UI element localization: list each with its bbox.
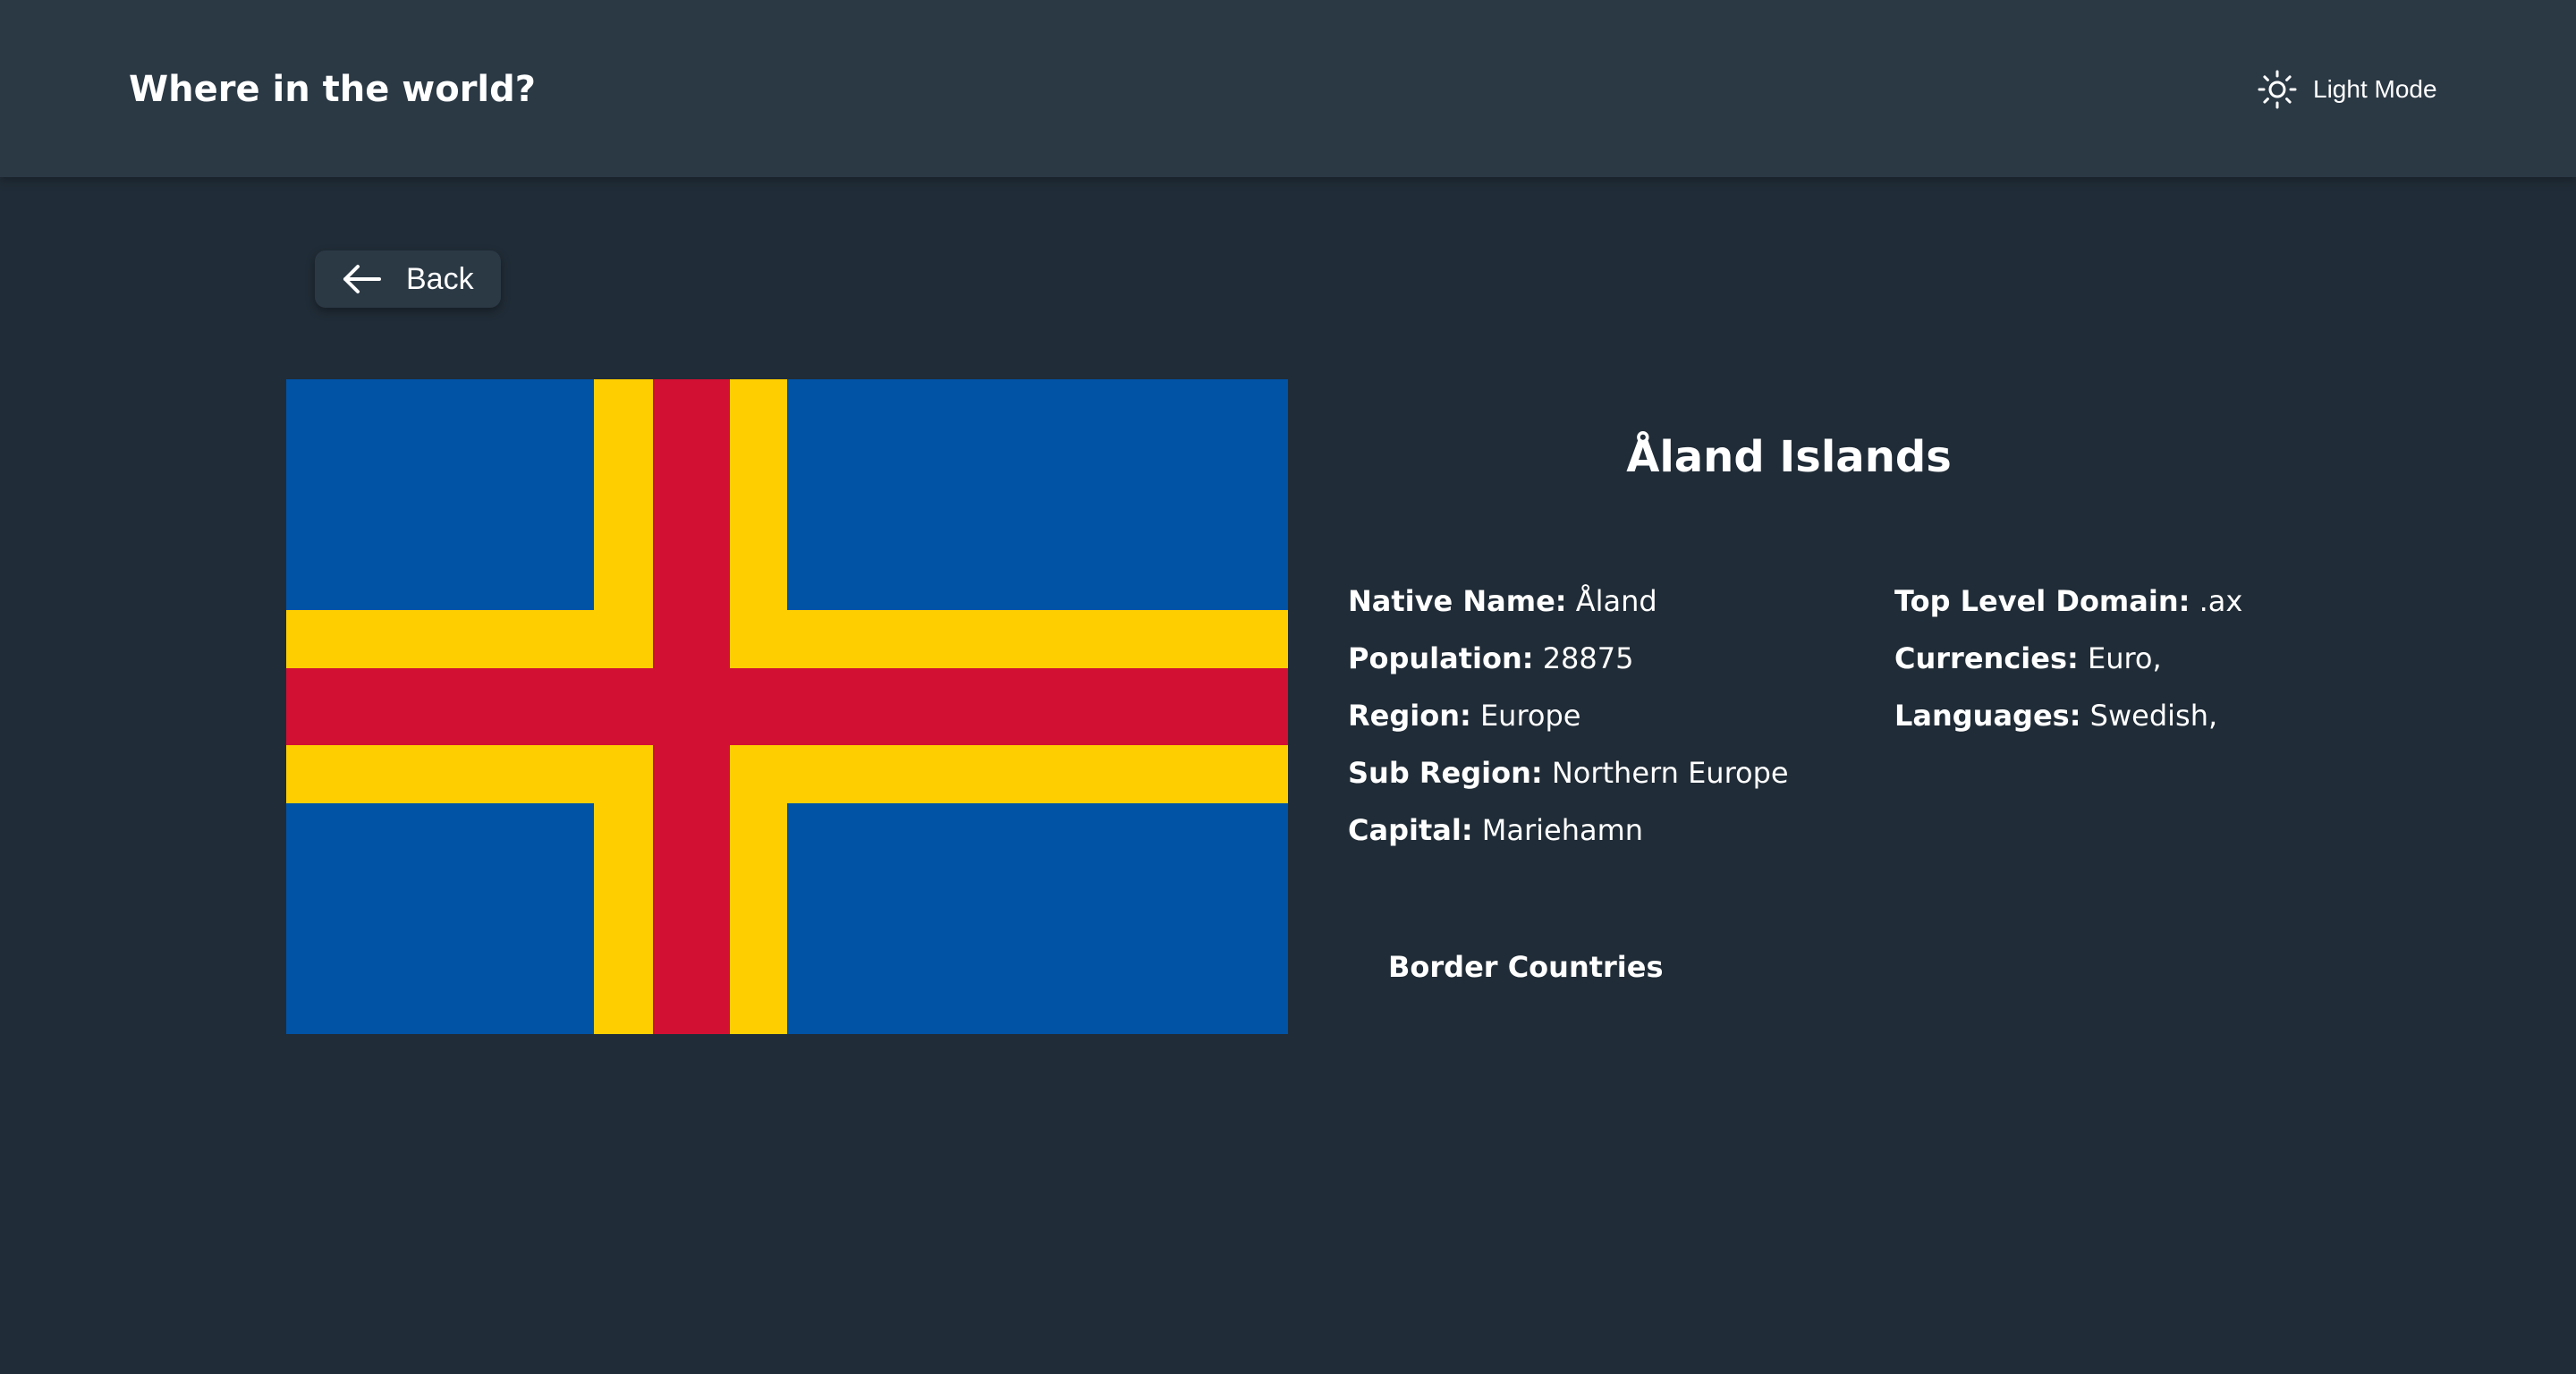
detail-value: Europe — [1479, 699, 1581, 733]
detail-value: 28875 — [1542, 641, 1634, 675]
detail-label: Currencies: — [1894, 641, 2079, 675]
detail-label: Population: — [1348, 641, 1534, 675]
back-button[interactable]: Back — [315, 250, 501, 308]
app-header: Where in the world? Light Mode — [0, 0, 2576, 177]
detail-value: Mariehamn — [1481, 813, 1644, 847]
detail-currencies: Currencies: Euro, — [1894, 640, 2162, 676]
border-countries-heading: Border Countries — [1388, 950, 1664, 984]
detail-label: Sub Region: — [1348, 756, 1543, 790]
detail-value: .ax — [2199, 584, 2243, 618]
detail-population: Population: 28875 — [1348, 640, 1633, 676]
detail-top-level-domain: Top Level Domain: .ax — [1894, 583, 2242, 619]
detail-label: Region: — [1348, 699, 1471, 733]
detail-sub-region: Sub Region: Northern Europe — [1348, 755, 1789, 791]
detail-region: Region: Europe — [1348, 698, 1580, 734]
detail-native-name: Native Name: Åland — [1348, 583, 1657, 619]
detail-value: Euro, — [2087, 641, 2162, 675]
flag-red-horizontal — [286, 668, 1288, 745]
country-name: Åland Islands — [1626, 432, 1952, 482]
detail-value: Northern Europe — [1551, 756, 1789, 790]
sun-icon — [2258, 70, 2297, 109]
detail-value: Swedish, — [2089, 699, 2218, 733]
detail-label: Native Name: — [1348, 584, 1567, 618]
app-title: Where in the world? — [129, 69, 536, 110]
detail-languages: Languages: Swedish, — [1894, 698, 2217, 734]
country-flag — [286, 379, 1288, 1034]
theme-toggle-label: Light Mode — [2313, 75, 2437, 103]
theme-toggle-button[interactable]: Light Mode — [2258, 66, 2437, 113]
back-button-label: Back — [406, 262, 474, 296]
detail-label: Languages: — [1894, 699, 2081, 733]
detail-capital: Capital: Mariehamn — [1348, 812, 1643, 848]
detail-value: Åland — [1575, 584, 1657, 618]
detail-label: Top Level Domain: — [1894, 584, 2190, 618]
detail-label: Capital: — [1348, 813, 1473, 847]
